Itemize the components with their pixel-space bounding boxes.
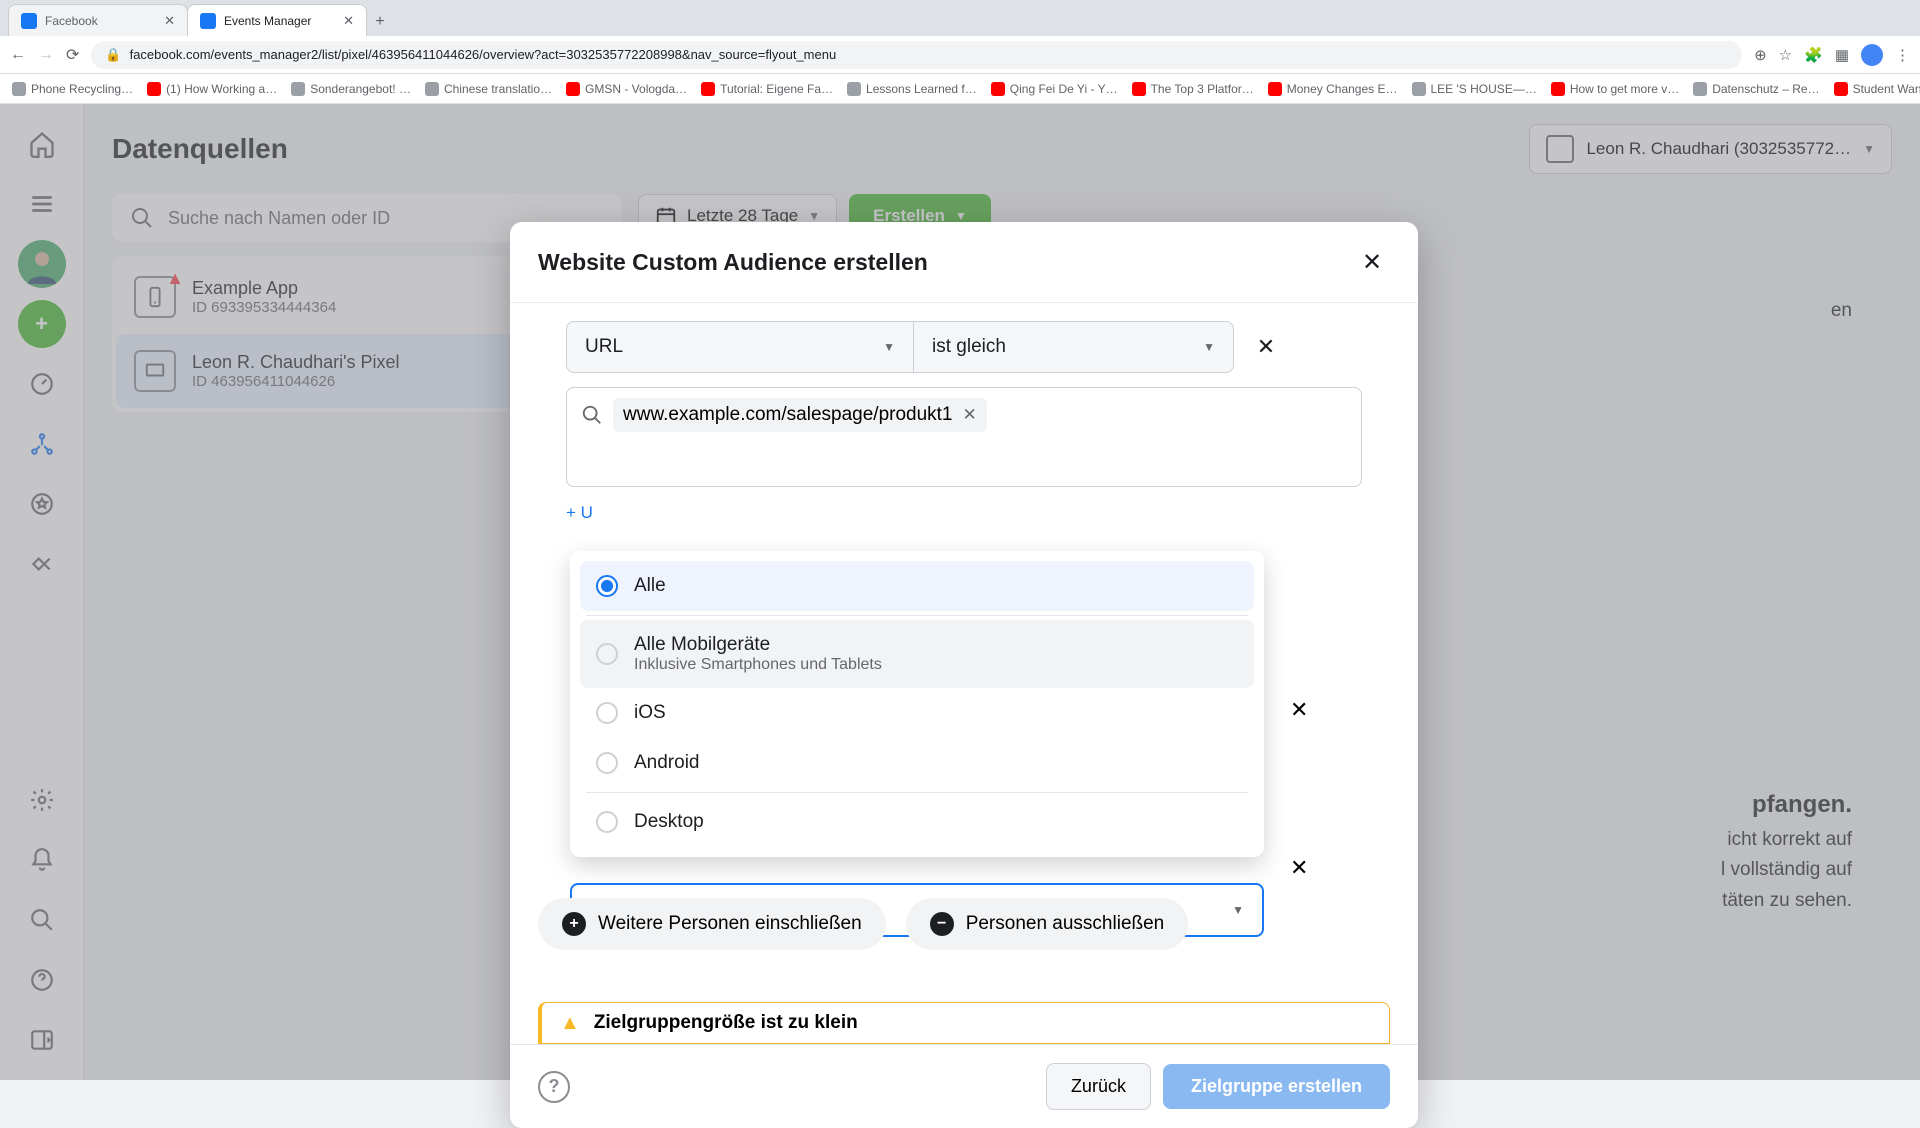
radio-icon <box>596 643 618 665</box>
minus-icon: − <box>930 912 954 936</box>
bookmark-item[interactable]: Tutorial: Eigene Fa… <box>701 82 833 96</box>
search-icon[interactable]: ⊕ <box>1754 46 1767 64</box>
exclude-button[interactable]: − Personen ausschließen <box>906 898 1189 950</box>
lock-icon: 🔒 <box>105 47 121 63</box>
remove-chip-button[interactable]: ✕ <box>963 405 977 425</box>
back-button[interactable]: Zurück <box>1046 1063 1151 1110</box>
url-input[interactable]: 🔒 facebook.com/events_manager2/list/pixe… <box>91 41 1742 69</box>
radio-icon <box>596 811 618 833</box>
bookmark-item[interactable]: LEE 'S HOUSE—… <box>1412 82 1537 96</box>
chevron-down-icon: ▼ <box>883 340 895 354</box>
modal-body: URL ▼ ist gleich ▼ ✕ www.example.com/sal… <box>510 302 1418 1044</box>
close-button[interactable]: ✕ <box>1354 244 1390 280</box>
device-options-popup: Alle Alle Mobilgeräte Inklusive Smartpho… <box>570 551 1264 857</box>
bookmark-item[interactable]: Sonderangebot! … <box>291 82 411 96</box>
url-input-field[interactable]: www.example.com/salespage/produkt1 ✕ <box>566 387 1362 487</box>
app-shell: + Datenquellen <box>0 104 1920 1080</box>
chrome-toolbar-icons: ⊕ ☆ 🧩 ▦ ⋮ <box>1754 44 1910 66</box>
operator-label: ist gleich <box>932 336 1006 358</box>
include-label: Weitere Personen einschließen <box>598 913 862 935</box>
create-audience-button[interactable]: Zielgruppe erstellen <box>1163 1064 1390 1109</box>
tab-label: Facebook <box>45 14 98 28</box>
warning-text: Zielgruppengröße ist zu klein <box>594 1012 858 1034</box>
bookmark-item[interactable]: Qing Fei De Yi - Y… <box>991 82 1118 96</box>
remove-section-button[interactable]: ✕ <box>1290 697 1308 723</box>
back-icon[interactable]: ← <box>10 46 26 64</box>
bookmark-item[interactable]: Money Changes E… <box>1268 82 1398 96</box>
remove-filter-button[interactable]: ✕ <box>1242 323 1290 371</box>
reload-icon[interactable]: ⟳ <box>66 45 79 65</box>
modal-header: Website Custom Audience erstellen ✕ <box>510 222 1418 302</box>
option-label: Android <box>634 752 700 774</box>
bookmarks-bar: Phone Recycling… (1) How Working a… Sond… <box>0 74 1920 104</box>
bookmark-item[interactable]: Chinese translatio… <box>425 82 552 96</box>
tab-label: Events Manager <box>224 14 311 28</box>
browser-tab-events-manager[interactable]: Events Manager ✕ <box>187 4 367 36</box>
add-filter-link[interactable]: + U <box>566 503 1390 523</box>
bookmark-item[interactable]: Datenschutz – Re… <box>1693 82 1819 96</box>
extension-icon[interactable]: 🧩 <box>1804 46 1823 64</box>
share-icon[interactable]: ☆ <box>1779 46 1792 64</box>
modal-title: Website Custom Audience erstellen <box>538 249 928 276</box>
device-option-ios[interactable]: iOS <box>580 688 1254 738</box>
bookmark-item[interactable]: (1) How Working a… <box>147 82 277 96</box>
exclude-label: Personen ausschließen <box>966 913 1165 935</box>
radio-icon <box>596 702 618 724</box>
radio-icon <box>596 575 618 597</box>
url-field-selector[interactable]: URL ▼ <box>566 321 914 373</box>
option-label: iOS <box>634 702 666 724</box>
include-more-button[interactable]: + Weitere Personen einschließen <box>538 898 886 950</box>
modal-footer: ? Zurück Zielgruppe erstellen <box>510 1044 1418 1128</box>
search-icon <box>581 404 603 426</box>
bookmark-item[interactable]: Lessons Learned f… <box>847 82 977 96</box>
browser-tab-facebook[interactable]: Facebook ✕ <box>8 4 188 36</box>
facebook-favicon <box>21 13 37 29</box>
device-option-all[interactable]: Alle <box>580 561 1254 611</box>
device-option-desktop[interactable]: Desktop <box>580 797 1254 847</box>
option-sublabel: Inklusive Smartphones und Tablets <box>634 656 882 674</box>
option-label: Desktop <box>634 811 704 833</box>
option-label: Alle Mobilgeräte <box>634 634 882 656</box>
puzzle-icon[interactable]: ▦ <box>1835 46 1849 64</box>
radio-icon <box>596 752 618 774</box>
bookmark-item[interactable]: Phone Recycling… <box>12 82 133 96</box>
chevron-down-icon: ▼ <box>1232 903 1244 917</box>
device-option-mobile[interactable]: Alle Mobilgeräte Inklusive Smartphones u… <box>580 620 1254 688</box>
url-field-label: URL <box>585 336 623 358</box>
forward-icon[interactable]: → <box>38 46 54 64</box>
bookmark-item[interactable]: GMSN - Vologda… <box>566 82 687 96</box>
menu-icon[interactable]: ⋮ <box>1895 46 1910 64</box>
device-option-android[interactable]: Android <box>580 738 1254 788</box>
remove-section-button[interactable]: ✕ <box>1290 855 1308 881</box>
address-bar: ← → ⟳ 🔒 facebook.com/events_manager2/lis… <box>0 36 1920 74</box>
operator-selector[interactable]: ist gleich ▼ <box>914 321 1234 373</box>
filter-row: URL ▼ ist gleich ▼ ✕ <box>538 321 1390 373</box>
close-icon[interactable]: ✕ <box>164 13 175 29</box>
new-tab-button[interactable]: + <box>366 8 394 36</box>
create-audience-modal: Website Custom Audience erstellen ✕ URL … <box>510 222 1418 1128</box>
profile-avatar-icon[interactable] <box>1861 44 1883 66</box>
bookmark-item[interactable]: Student Wants an… <box>1834 82 1920 96</box>
browser-chrome: Facebook ✕ Events Manager ✕ + ← → ⟳ 🔒 fa… <box>0 0 1920 104</box>
url-chip: www.example.com/salespage/produkt1 ✕ <box>613 398 987 432</box>
include-exclude-row: + Weitere Personen einschließen − Person… <box>538 898 1188 950</box>
close-icon[interactable]: ✕ <box>343 13 354 29</box>
help-button[interactable]: ? <box>538 1071 570 1103</box>
tab-strip: Facebook ✕ Events Manager ✕ + <box>0 0 1920 36</box>
warning-icon: ▲ <box>560 1012 580 1035</box>
warning-banner: ▲ Zielgruppengröße ist zu klein <box>538 1002 1390 1044</box>
facebook-favicon <box>200 13 216 29</box>
bookmark-item[interactable]: How to get more v… <box>1551 82 1679 96</box>
bookmark-item[interactable]: The Top 3 Platfor… <box>1132 82 1254 96</box>
url-value: www.example.com/salespage/produkt1 <box>623 404 953 426</box>
option-label: Alle <box>634 575 666 597</box>
chevron-down-icon: ▼ <box>1203 340 1215 354</box>
url-text: facebook.com/events_manager2/list/pixel/… <box>130 47 837 62</box>
plus-icon: + <box>562 912 586 936</box>
